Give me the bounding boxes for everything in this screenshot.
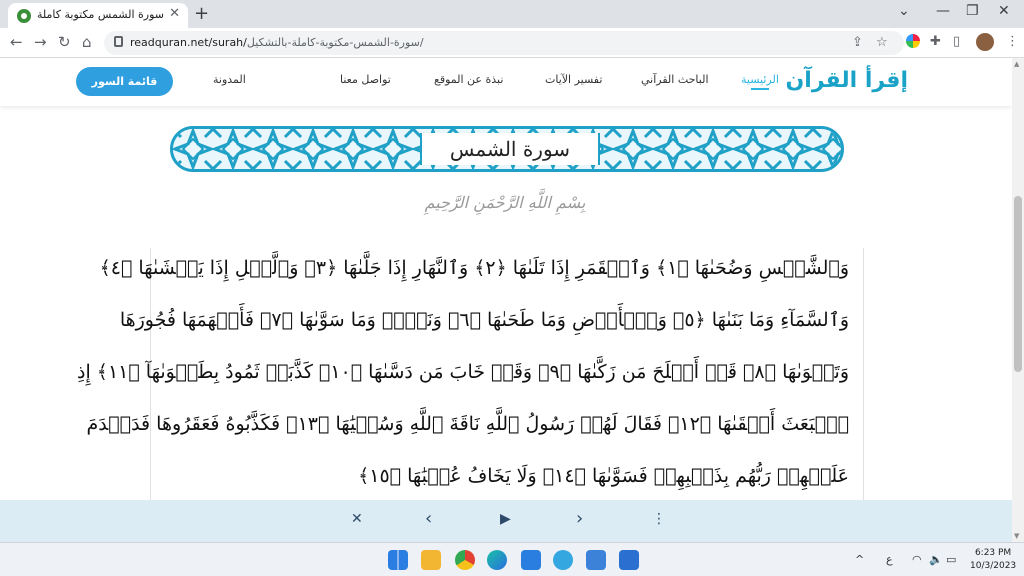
window-close-button[interactable]: ✕ bbox=[998, 3, 1010, 19]
ayah-line: وَٱلسَّمَآءِ وَمَا بَنَىٰهَا ﴿٥﴾ وَٱلۡأَ… bbox=[119, 309, 849, 331]
basmala-calligraphy: بِسْمِ اللَّهِ الرَّحْمَنِ الرَّحِيمِ bbox=[424, 193, 586, 212]
store-icon[interactable] bbox=[586, 550, 606, 570]
home-icon[interactable]: ⌂ bbox=[82, 33, 92, 51]
profile-avatar[interactable] bbox=[976, 33, 994, 51]
ayah-line: وَتَقۡوَىٰهَا ﴿٨﴾ قَدۡ أَفۡلَحَ مَن زَكَ… bbox=[77, 361, 849, 383]
todo-icon[interactable] bbox=[619, 550, 639, 570]
ayah-line: وَٱلشَّمۡسِ وَضُحَىٰهَا ﴿١﴾ وَٱلۡقَمَرِ … bbox=[99, 257, 849, 279]
surah-title-banner: سورة الشمس bbox=[170, 126, 844, 172]
url-text[interactable]: readquran.net/surah/سورة-الشمس-مكتوبة-كا… bbox=[130, 36, 424, 49]
tab-title: سورة الشمس مكتوبة كاملة بالتشكيل bbox=[36, 8, 164, 21]
browser-tab-bar: سورة الشمس مكتوبة كاملة بالتشكيل ✕ + ⌄ —… bbox=[0, 0, 1024, 28]
player-menu-icon[interactable]: ⋮ bbox=[652, 511, 666, 527]
site-header: إقرأ القرآن الرئيسية الباحث القرآني تفسي… bbox=[0, 58, 1012, 106]
back-icon[interactable]: ← bbox=[10, 33, 23, 51]
volume-icon[interactable]: 🔈 bbox=[929, 553, 943, 566]
bookmark-star-icon[interactable]: ☆ bbox=[876, 35, 888, 50]
share-icon[interactable]: ⇪ bbox=[852, 35, 863, 50]
nav-quran-search[interactable]: الباحث القرآني bbox=[641, 73, 709, 86]
page-scrollbar[interactable]: ▲ ▼ bbox=[1012, 58, 1024, 542]
file-explorer-icon[interactable] bbox=[421, 550, 441, 570]
address-row: ← → ↻ ⌂ readquran.net/surah/سورة-الشمس-م… bbox=[0, 28, 1024, 58]
player-play-icon[interactable]: ▶ bbox=[500, 511, 511, 527]
nav-tafsir[interactable]: تفسير الآيات bbox=[545, 73, 602, 86]
forward-icon[interactable]: → bbox=[34, 33, 47, 51]
windows-taskbar: ^ ع ◠ 🔈 ▭ 6:23 PM 10/3/2023 bbox=[0, 542, 1024, 576]
clock-time: 6:23 PM bbox=[974, 548, 1012, 558]
ayah-line: ٱنۢبَعَثَ أَشۡقَىٰهَا ﴿١٢﴾ فَقَالَ لَهُم… bbox=[86, 413, 849, 435]
nav-home[interactable]: الرئيسية bbox=[741, 73, 779, 90]
maximize-button[interactable]: ❐ bbox=[966, 3, 979, 19]
battery-icon[interactable]: ▭ bbox=[946, 553, 956, 566]
new-tab-button[interactable]: + bbox=[194, 3, 209, 24]
scroll-down-icon[interactable]: ▼ bbox=[1014, 532, 1019, 540]
player-close-icon[interactable]: ✕ bbox=[351, 511, 363, 527]
lock-icon bbox=[114, 36, 123, 47]
extension-color-icon[interactable] bbox=[906, 34, 920, 48]
address-bar[interactable]: readquran.net/surah/سورة-الشمس-مكتوبة-كا… bbox=[104, 31, 904, 55]
side-panel-icon[interactable]: ▯ bbox=[953, 34, 960, 49]
taskbar-clock[interactable]: 6:23 PM 10/3/2023 bbox=[970, 547, 1016, 573]
tray-overflow-icon[interactable]: ^ bbox=[855, 553, 864, 566]
edge-icon[interactable] bbox=[487, 550, 507, 570]
scroll-up-icon[interactable]: ▲ bbox=[1014, 60, 1019, 68]
extensions-puzzle-icon[interactable]: ✚ bbox=[930, 34, 941, 49]
player-next-icon[interactable]: › bbox=[576, 508, 583, 529]
surah-title: سورة الشمس bbox=[420, 133, 600, 165]
input-language[interactable]: ع bbox=[886, 553, 893, 566]
wifi-icon[interactable]: ◠ bbox=[912, 553, 922, 566]
chrome-icon[interactable] bbox=[455, 550, 475, 570]
browser-menu-icon[interactable]: ⋮ bbox=[1006, 34, 1019, 49]
site-logo[interactable]: إقرأ القرآن bbox=[786, 68, 908, 93]
quran-text-block: وَٱلشَّمۡسِ وَضُحَىٰهَا ﴿١﴾ وَٱلۡقَمَرِ … bbox=[77, 248, 864, 500]
minimize-button[interactable]: — bbox=[936, 3, 950, 19]
scrollbar-thumb[interactable] bbox=[1014, 196, 1022, 372]
nav-contact[interactable]: تواصل معنا bbox=[340, 73, 391, 86]
site-favicon-icon bbox=[17, 9, 31, 23]
tab-search-icon[interactable]: ⌄ bbox=[898, 3, 910, 19]
tab-close-icon[interactable]: ✕ bbox=[169, 6, 180, 21]
vscode-icon[interactable] bbox=[521, 550, 541, 570]
ayah-line: عَلَيۡهِمۡ رَبُّهُم بِذَنۢبِهِمۡ فَسَوَّ… bbox=[358, 465, 849, 487]
surah-list-button[interactable]: قائمة السور bbox=[76, 67, 173, 96]
telegram-icon[interactable] bbox=[553, 550, 573, 570]
player-previous-icon[interactable]: ‹ bbox=[425, 508, 432, 529]
nav-about[interactable]: نبذة عن الموقع bbox=[434, 73, 503, 86]
nav-blog[interactable]: المدونة bbox=[213, 73, 246, 86]
reload-icon[interactable]: ↻ bbox=[58, 33, 71, 51]
windows-start-icon[interactable] bbox=[388, 550, 408, 570]
audio-player-bar: ✕ ‹ ▶ › ⋮ bbox=[0, 500, 1012, 542]
browser-tab[interactable]: سورة الشمس مكتوبة كاملة بالتشكيل ✕ bbox=[8, 3, 188, 28]
clock-date: 10/3/2023 bbox=[970, 561, 1017, 571]
